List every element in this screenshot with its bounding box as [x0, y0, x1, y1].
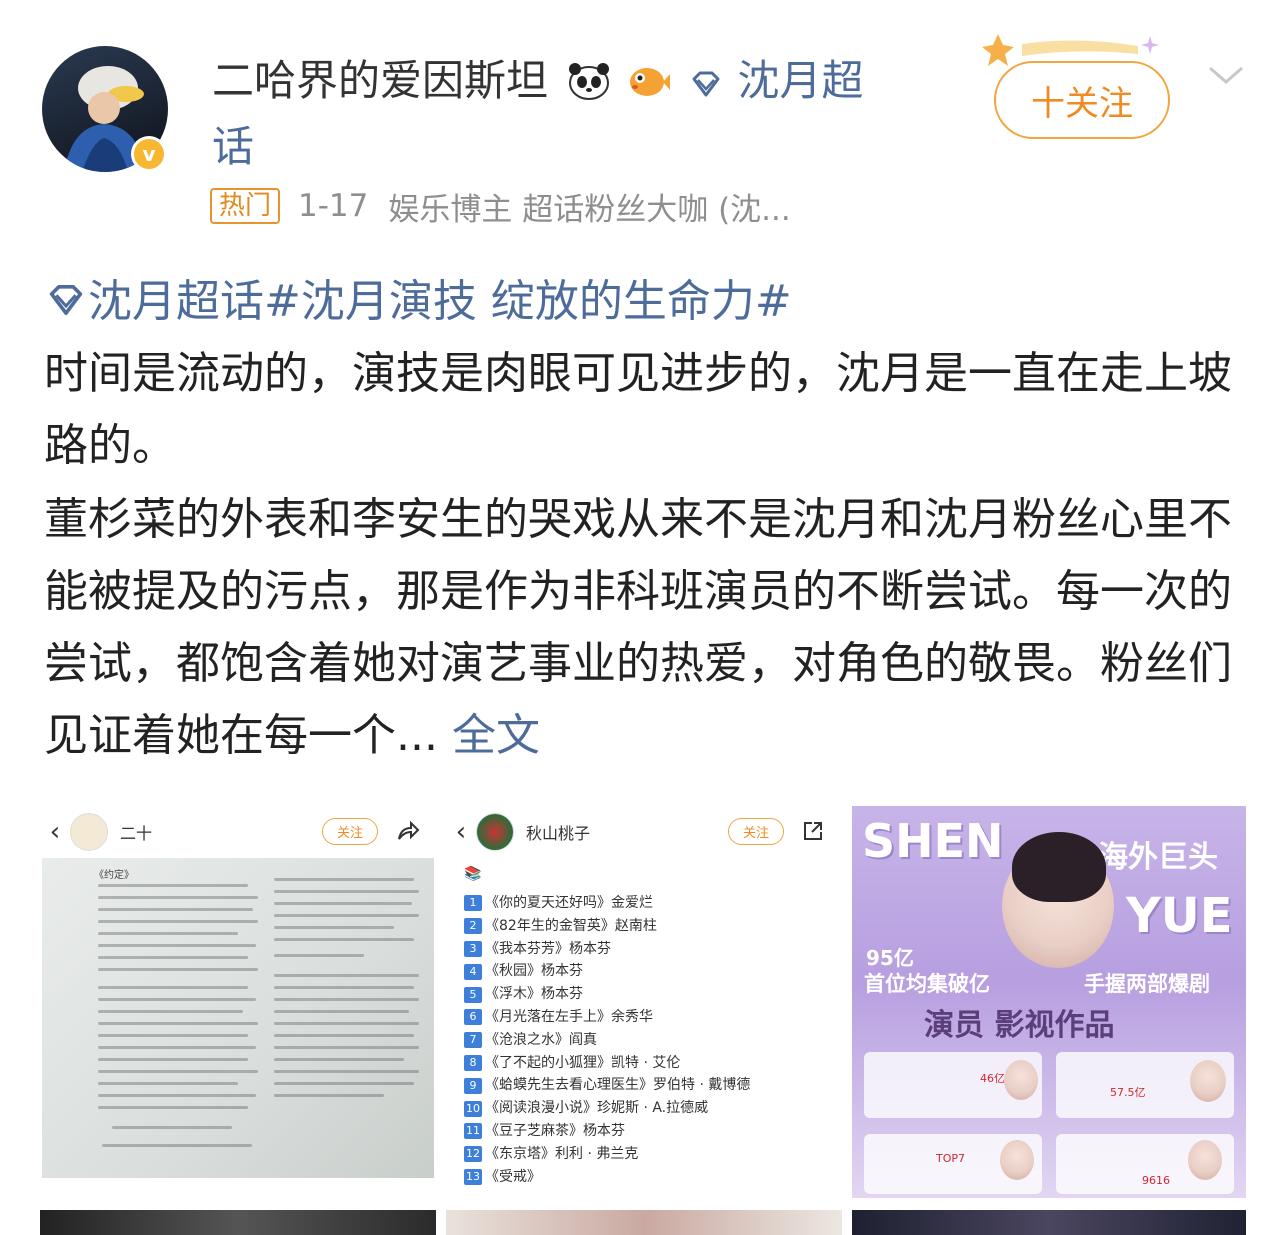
book-list-item: 2《82年生的金智英》赵南柱 [464, 915, 750, 938]
mini-header: ‹ 二十 关注 [40, 806, 436, 858]
post-date: 1-17 [298, 188, 368, 224]
poster-card-4: 9616 [1056, 1134, 1234, 1194]
poster-headline-right: 海外巨头 [1098, 832, 1218, 876]
hot-badge: 热门 [210, 188, 280, 224]
book-title: 《阅读浪漫小说》珍妮斯 · A.拉德威 [485, 1097, 708, 1120]
list-number-badge: 2 [464, 918, 482, 934]
post-meta: 热门 1-17 娱乐博主 超话粉丝大咖 (沈... [210, 186, 791, 226]
post-image-3[interactable]: SHEN YUE 海外巨头 95亿 首位均集破亿 手握两部爆剧 演员 影视作品 … [852, 806, 1246, 1198]
book-title: 《东京塔》利利 · 弗兰克 [485, 1143, 638, 1166]
book-list-item: 6《月光落在左手上》余秀华 [464, 1006, 750, 1029]
card-1-value: 46亿 [980, 1070, 1005, 1086]
topic-text[interactable]: 沈月超话#沈月演技 绽放的生命力# [88, 276, 792, 327]
book-title: 《蛤蟆先生去看心理医生》罗伯特 · 戴博德 [485, 1074, 750, 1097]
book-list: 1《你的夏天还好吗》金爱烂2《82年生的金智英》赵南柱3《我本芬芳》杨本芬4《秋… [464, 892, 750, 1188]
share-icon [802, 820, 824, 846]
book-list-item: 9《蛤蟆先生去看心理医生》罗伯特 · 戴博德 [464, 1074, 750, 1097]
book-list-item: 3《我本芬芳》杨本芬 [464, 938, 750, 961]
book-title: 《豆子芝麻茶》杨本芬 [485, 1120, 625, 1143]
list-number-badge: 1 [464, 895, 482, 911]
book-title: 《受戒》 [485, 1166, 541, 1189]
share-icon [396, 820, 420, 846]
book-list-item: 13《受戒》 [464, 1166, 750, 1189]
mini-avatar [476, 813, 514, 851]
list-number-badge: 5 [464, 987, 482, 1003]
verified-badge-icon: v [131, 136, 167, 172]
list-number-badge: 12 [464, 1146, 482, 1162]
poster-card-2: 57.5亿 [1056, 1052, 1234, 1118]
poster-card-1: 46亿 [864, 1052, 1042, 1118]
card-3-value: TOP7 [936, 1152, 965, 1165]
poster-line-d: 演员 影视作品 [924, 1000, 1114, 1044]
poster-line-a: 95亿 [866, 942, 914, 971]
mini-avatar [70, 813, 108, 851]
post-paragraph-2-text: 董杉菜的外表和李安生的哭戏从来不是沈月和沈月粉丝心里不能被提及的污点，那是作为非… [44, 494, 1232, 761]
supertopic-link-continued[interactable]: 话 [212, 118, 254, 176]
supertopic-link[interactable]: 沈月超 [737, 56, 863, 105]
supertopic-diamond-icon [44, 274, 88, 334]
author-name-line: 二哈界的爱因斯坦 沈月超 [212, 52, 872, 116]
book-list-item: 7《沧浪之水》阎真 [464, 1029, 750, 1052]
book-title: 《你的夏天还好吗》金爱烂 [485, 892, 653, 915]
post-paragraph-2: 董杉菜的外表和李安生的哭戏从来不是沈月和沈月粉丝心里不能被提及的污点，那是作为非… [44, 484, 1244, 772]
back-arrow-icon: ‹ [40, 817, 70, 847]
panda-emoji-icon [567, 58, 611, 116]
poster-line-b: 首位均集破亿 [864, 968, 990, 998]
book-list-item: 8《了不起的小狐狸》凯特 · 艾伦 [464, 1052, 750, 1075]
list-number-badge: 11 [464, 1123, 482, 1139]
poster-title-yue: YUE [1126, 888, 1233, 944]
book-list-item: 5《浮木》杨本芬 [464, 983, 750, 1006]
poster-card-3: TOP7 [864, 1134, 1042, 1194]
mini-follow-button: 关注 [728, 818, 784, 845]
chevron-down-icon[interactable] [1206, 60, 1246, 90]
follow-button[interactable]: 十关注 [994, 61, 1170, 139]
book-title: 《了不起的小狐狸》凯特 · 艾伦 [485, 1052, 680, 1075]
list-number-badge: 9 [464, 1078, 482, 1094]
book-title: 《82年生的金智英》赵南柱 [485, 915, 657, 938]
card-4-value: 9616 [1142, 1174, 1170, 1187]
mini-header: ‹ 秋山桃子 关注 [446, 806, 842, 858]
book-list-item: 4《秋园》杨本芬 [464, 960, 750, 983]
back-arrow-icon: ‹ [446, 817, 476, 847]
book-list-item: 10《阅读浪漫小说》珍妮斯 · A.拉德威 [464, 1097, 750, 1120]
author-description: 娱乐博主 超话粉丝大咖 (沈... [388, 184, 790, 229]
mini-follow-button: 关注 [322, 818, 378, 845]
mini-username: 秋山桃子 [526, 820, 590, 844]
post-image-6[interactable] [852, 1210, 1246, 1235]
pufferfish-emoji-icon [625, 58, 671, 116]
topic-line[interactable]: 沈月超话#沈月演技 绽放的生命力# [44, 272, 792, 334]
post-paragraph-1: 时间是流动的，演技是肉眼可见进步的，沈月是一直在走上坡路的。 [44, 338, 1244, 482]
post-image-5[interactable] [446, 1210, 842, 1235]
book-title: 《我本芬芳》杨本芬 [485, 938, 611, 961]
poster-title-shen: SHEN [862, 814, 1004, 868]
book-list-item: 1《你的夏天还好吗》金爱烂 [464, 892, 750, 915]
list-number-badge: 4 [464, 964, 482, 980]
poster-hair [1012, 832, 1106, 902]
book-title: 《浮木》杨本芬 [485, 983, 583, 1006]
list-number-badge: 6 [464, 1009, 482, 1025]
card-2-value: 57.5亿 [1110, 1084, 1146, 1100]
book-photo: 《约定》 [42, 858, 434, 1178]
list-number-badge: 10 [464, 1101, 482, 1117]
book-heading: 《约定》 [94, 866, 134, 881]
post-image-4[interactable] [40, 1210, 436, 1235]
mini-username: 二十 [120, 820, 152, 844]
author-name[interactable]: 二哈界的爱因斯坦 [212, 56, 548, 105]
list-number-badge: 8 [464, 1055, 482, 1071]
read-more-link[interactable]: 全文 [452, 710, 540, 761]
supertopic-diamond-icon [688, 56, 724, 114]
list-number-badge: 7 [464, 1032, 482, 1048]
book-title: 《沧浪之水》阎真 [485, 1029, 597, 1052]
books-emoji-icon: 📚 [464, 866, 481, 882]
list-number-badge: 3 [464, 941, 482, 957]
book-title: 《秋园》杨本芬 [485, 960, 583, 983]
poster-line-c: 手握两部爆剧 [1084, 968, 1210, 998]
book-list-item: 11《豆子芝麻茶》杨本芬 [464, 1120, 750, 1143]
list-number-badge: 13 [464, 1169, 482, 1185]
post-image-1[interactable]: ‹ 二十 关注 《约定》 [40, 806, 436, 1198]
book-list-item: 12《东京塔》利利 · 弗兰克 [464, 1143, 750, 1166]
book-title: 《月光落在左手上》余秀华 [485, 1006, 653, 1029]
post-image-2[interactable]: ‹ 秋山桃子 关注 📚 1《你的夏天还好吗》金爱烂2《82年生的金智英》赵南柱3… [446, 806, 842, 1198]
